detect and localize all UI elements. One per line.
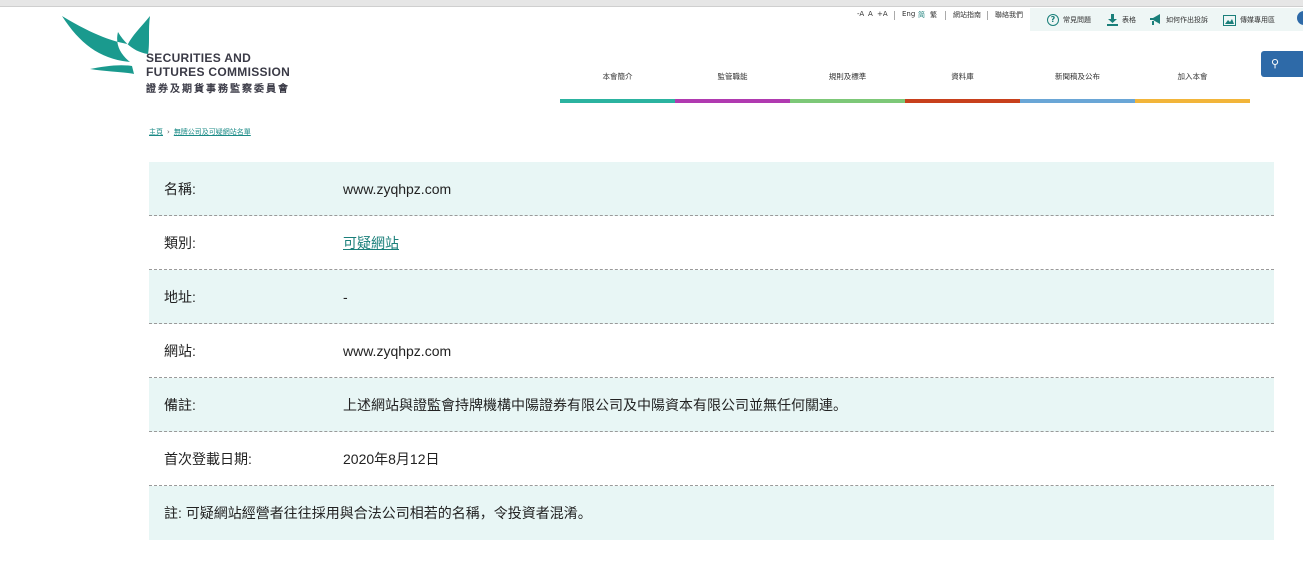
footnote-text: 註: 可疑網站經營者往往採用與合法公司相若的名稱，令投資者混淆。 bbox=[164, 505, 592, 521]
lang-traditional-link[interactable]: 繁 bbox=[930, 10, 937, 20]
media-link[interactable]: 傳媒專用區 bbox=[1223, 12, 1275, 28]
breadcrumb-home-link[interactable]: 主頁 bbox=[149, 128, 163, 136]
forms-label: 表格 bbox=[1122, 16, 1136, 24]
nav-careers[interactable]: 加入本會 bbox=[1135, 71, 1250, 82]
font-size-large-button[interactable]: +A bbox=[877, 10, 888, 18]
name-value: www.zyqhpz.com bbox=[343, 180, 452, 197]
address-label: 地址: bbox=[164, 288, 196, 305]
eagle-logo-icon bbox=[62, 16, 150, 74]
lang-simplified-link[interactable]: 简 bbox=[918, 10, 925, 20]
nav-databases[interactable]: 資料庫 bbox=[905, 71, 1020, 82]
breadcrumb-current-link[interactable]: 無牌公司及可疑網站名單 bbox=[174, 128, 251, 136]
media-label: 傳媒專用區 bbox=[1240, 16, 1275, 24]
table-row: 網站: www.zyqhpz.com bbox=[149, 324, 1274, 378]
website-value: www.zyqhpz.com bbox=[343, 342, 452, 359]
remarks-label: 備註: bbox=[164, 396, 196, 413]
table-row: 首次登載日期: 2020年8月12日 bbox=[149, 432, 1274, 486]
image-icon bbox=[1223, 14, 1236, 26]
font-size-medium-button[interactable]: A bbox=[868, 10, 873, 18]
sfc-logo[interactable]: SECURITIES AND FUTURES COMMISSION 證券及期貨事… bbox=[60, 14, 310, 95]
logo-text-line2: FUTURES COMMISSION bbox=[146, 65, 291, 79]
nav-color-bar bbox=[1020, 99, 1135, 103]
nav-regulatory-functions[interactable]: 監管職能 bbox=[675, 71, 790, 82]
nav-color-bar bbox=[1135, 99, 1250, 103]
logo-text-chinese: 證券及期貨事務監察委員會 bbox=[146, 84, 290, 95]
table-row: 註: 可疑網站經營者往往採用與合法公司相若的名稱，令投資者混淆。 bbox=[149, 486, 1274, 540]
table-row: 類別: 可疑網站 bbox=[149, 216, 1274, 270]
nav-about[interactable]: 本會簡介 bbox=[560, 71, 675, 82]
browser-top-strip bbox=[0, 0, 1303, 7]
download-icon bbox=[1107, 14, 1118, 26]
faq-label: 常見問題 bbox=[1063, 16, 1091, 24]
table-row: 名稱: www.zyqhpz.com bbox=[149, 162, 1274, 216]
address-value: - bbox=[343, 288, 348, 305]
nav-color-bar bbox=[675, 99, 790, 103]
nav-news[interactable]: 新聞稿及公布 bbox=[1020, 71, 1135, 82]
breadcrumb-separator: › bbox=[167, 128, 170, 136]
search-button[interactable]: ⚲ bbox=[1261, 51, 1303, 77]
complaint-link[interactable]: 如何作出投訴 bbox=[1149, 12, 1208, 28]
table-row: 地址: - bbox=[149, 270, 1274, 324]
nav-rules-standards[interactable]: 規則及標準 bbox=[790, 71, 905, 82]
question-circle-icon: ? bbox=[1047, 14, 1059, 26]
nav-color-bar bbox=[905, 99, 1020, 103]
detail-table: 名稱: www.zyqhpz.com 類別: 可疑網站 地址: - 網站: ww… bbox=[149, 162, 1274, 540]
website-label: 網站: bbox=[164, 342, 196, 359]
date-value: 2020年8月12日 bbox=[343, 450, 440, 467]
logo-text-line1: SECURITIES AND bbox=[146, 51, 252, 65]
category-link[interactable]: 可疑網站 bbox=[343, 233, 399, 253]
divider bbox=[894, 11, 895, 20]
divider bbox=[987, 11, 988, 20]
lang-english-link[interactable]: Eng bbox=[902, 10, 915, 18]
font-size-small-button[interactable]: -A bbox=[857, 10, 864, 18]
sitemap-link[interactable]: 網站指南 bbox=[953, 10, 981, 20]
nav-color-bar bbox=[790, 99, 905, 103]
remarks-value: 上述網站與證監會持牌機構中陽證券有限公司及中陽資本有限公司並無任何關連。 bbox=[343, 396, 847, 413]
breadcrumb: 主頁 › 無牌公司及可疑網站名單 bbox=[149, 127, 251, 137]
category-label: 類別: bbox=[164, 234, 196, 251]
quick-links-bar: ? 常見問題 表格 如何作出投訴 傳媒專用區 bbox=[1030, 8, 1303, 31]
faq-link[interactable]: ? 常見問題 bbox=[1047, 12, 1091, 28]
name-label: 名稱: bbox=[164, 180, 196, 197]
nav-color-bar bbox=[560, 99, 675, 103]
complaint-label: 如何作出投訴 bbox=[1166, 16, 1208, 24]
divider bbox=[945, 11, 946, 20]
date-label: 首次登載日期: bbox=[164, 450, 252, 467]
megaphone-icon bbox=[1150, 14, 1160, 25]
search-icon: ⚲ bbox=[1271, 58, 1280, 70]
table-row: 備註: 上述網站與證監會持牌機構中陽證券有限公司及中陽資本有限公司並無任何關連。 bbox=[149, 378, 1274, 432]
forms-link[interactable]: 表格 bbox=[1107, 12, 1136, 28]
contact-link[interactable]: 聯絡我們 bbox=[995, 10, 1023, 20]
